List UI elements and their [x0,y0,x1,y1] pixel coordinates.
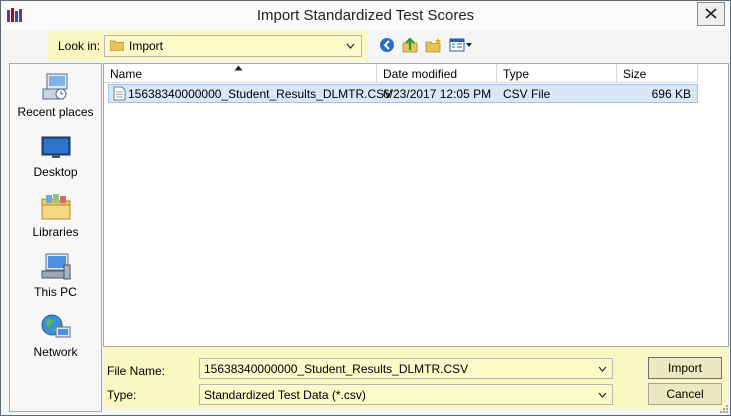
file-list[interactable]: Name Date modified Type Size 15638340000… [103,63,729,347]
up-folder-icon[interactable] [402,37,420,53]
place-recent-places[interactable]: Recent places [10,66,101,122]
window-title: Import Standardized Test Scores [256,7,475,24]
look-in-select[interactable]: Import [104,35,362,57]
chevron-down-icon [598,392,607,398]
place-libraries[interactable]: Libraries [10,186,101,242]
view-menu-icon[interactable] [449,37,473,53]
import-button[interactable]: Import [648,357,722,379]
back-icon[interactable] [379,37,397,53]
this-pc-icon [41,253,70,280]
resize-grip-icon[interactable] [719,404,729,414]
recent-places-icon [42,73,67,100]
file-name-label: File Name: [107,364,166,378]
column-header-size[interactable]: Size [617,64,698,83]
column-header-type[interactable]: Type [497,64,617,83]
csv-file-icon [113,86,126,101]
column-header-name[interactable]: Name [104,64,377,83]
column-header-date[interactable]: Date modified [377,64,497,83]
folder-icon [110,40,124,51]
cancel-button[interactable]: Cancel [648,383,722,405]
place-desktop[interactable]: Desktop [10,126,101,182]
file-row[interactable]: 15638340000000_Student_Results_DLMTR.CSV… [108,84,698,103]
type-label: Type: [107,388,137,402]
close-button[interactable] [697,2,725,26]
look-in-bar: Look in: Import [48,31,368,61]
file-name: 15638340000000_Student_Results_DLMTR.CSV [128,87,393,101]
title-bar[interactable]: Import Standardized Test Scores [1,1,730,30]
sort-ascending-icon [234,65,243,71]
place-label: Libraries [32,225,79,239]
type-value: Standardized Test Data (*.csv) [204,388,366,402]
close-icon [705,8,717,19]
place-network[interactable]: Network [10,306,101,362]
place-label: Desktop [33,165,78,179]
place-this-pc[interactable]: This PC [10,246,101,302]
place-label: Recent places [17,105,94,119]
chevron-down-icon [346,43,355,49]
bottom-bar: File Name: 15638340000000_Student_Result… [103,347,727,409]
places-bar: Recent places Desktop Libraries This PC … [9,63,102,412]
desktop-icon [41,136,70,158]
place-label: Network [33,345,78,359]
look-in-label: Look in: [58,39,101,53]
file-type: CSV File [503,87,551,101]
network-icon [41,314,70,338]
look-in-value: Import [129,39,164,53]
import-dialog: Import Standardized Test Scores Look in:… [0,0,731,416]
libraries-icon [41,194,70,220]
new-folder-icon[interactable] [425,37,443,53]
place-label: This PC [34,285,77,299]
file-name-input[interactable]: 15638340000000_Student_Results_DLMTR.CSV [199,358,613,379]
file-size: 696 KB [651,87,691,101]
file-date: 6/23/2017 12:05 PM [383,87,492,101]
type-select[interactable]: Standardized Test Data (*.csv) [199,384,613,405]
file-name-value: 15638340000000_Student_Results_DLMTR.CSV [204,362,469,376]
chevron-down-icon [598,366,607,372]
